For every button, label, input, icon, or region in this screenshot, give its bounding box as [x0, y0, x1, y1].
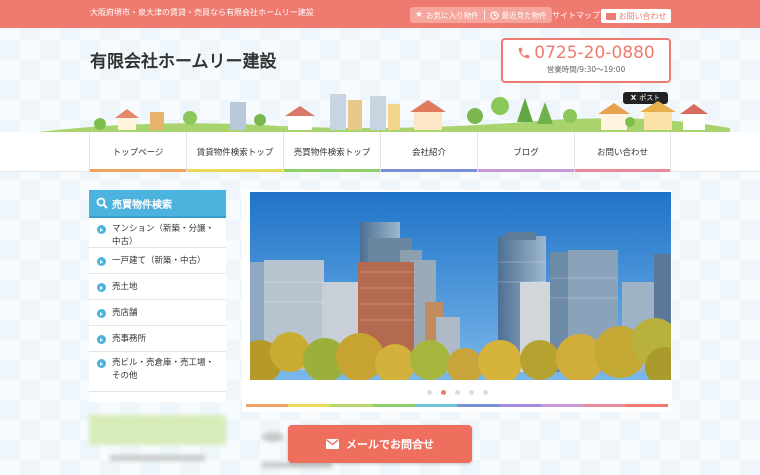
nav-color-bar: [381, 169, 477, 172]
main-slider: [242, 190, 672, 412]
sidebar-item-2[interactable]: 売土地: [89, 274, 226, 300]
slider-dot[interactable]: [468, 390, 474, 395]
nav-item-1[interactable]: 賃貸物件検索トップ: [186, 132, 283, 172]
sidebar-item-3[interactable]: 売店舗: [89, 300, 226, 326]
nav-item-5[interactable]: お問い合わせ: [574, 132, 671, 172]
phone-box[interactable]: 0725-20-0880 営業時間/9:30〜19:00: [501, 38, 671, 83]
sidebar-item-label: 売事務所: [112, 334, 147, 344]
nav-item-label: 会社紹介: [411, 148, 446, 158]
blurred-icon: [262, 432, 284, 442]
clock-icon: [489, 10, 499, 20]
site-tagline: 大阪府堺市・泉大津の賃貸・売買なら有限会社ホームリー建設: [90, 8, 314, 17]
arrow-circle-icon: [97, 359, 106, 368]
sidebar-item-0[interactable]: マンション（新築・分譲・中古）: [89, 218, 226, 248]
arrow-circle-icon: [97, 283, 106, 292]
business-hours: 営業時間/9:30〜19:00: [546, 65, 626, 74]
nav-item-3[interactable]: 会社紹介: [380, 132, 477, 172]
sidebar-item-1[interactable]: 一戸建て（新築・中古）: [89, 248, 226, 274]
global-nav: トップページ 賃貸物件検索トップ 売買物件検索トップ 会社紹介 ブログ お問い合わせ: [0, 132, 760, 172]
nav-item-label: 賃貸物件検索トップ: [196, 148, 274, 158]
arrow-circle-icon: [97, 257, 106, 266]
header-contact-button[interactable]: お問い合わせ: [601, 9, 671, 23]
slider-pagination: [242, 390, 672, 395]
slider-dot[interactable]: [482, 390, 488, 395]
mail-icon: [605, 12, 616, 20]
phone-number: 0725-20-0880: [534, 43, 655, 63]
nav-color-bar: [90, 169, 186, 172]
nav-item-2[interactable]: 売買物件検索トップ: [283, 132, 380, 172]
nav-color-bar: [478, 169, 574, 172]
phone-icon: [519, 47, 530, 59]
slider-dot[interactable]: [454, 390, 460, 395]
nav-item-0[interactable]: トップページ: [89, 132, 186, 172]
sitemap-link[interactable]: サイトマップ: [552, 10, 600, 21]
slide-image-city[interactable]: [250, 192, 671, 380]
top-bar: 大阪府堺市・泉大津の賃貸・売買なら有限会社ホームリー建設 ★ お気に入り物件 最…: [0, 0, 760, 28]
blurred-text: [110, 455, 205, 461]
sidebar-header: 売買物件検索: [89, 190, 226, 218]
envelope-icon: [326, 439, 339, 449]
favorites-link[interactable]: ★ お気に入り物件: [410, 10, 484, 21]
sidebar-blurred-banner: [89, 415, 226, 445]
mail-contact-button[interactable]: メールでお問合せ: [288, 425, 472, 463]
sidebar-item-5[interactable]: 売ビル・売倉庫・売工場・その他: [89, 352, 226, 392]
slider-dot[interactable]: [440, 390, 446, 395]
sidebar-item-4[interactable]: 売事務所: [89, 326, 226, 352]
nav-item-label: ブログ: [513, 148, 539, 158]
rainbow-segment: [457, 404, 500, 407]
site-title[interactable]: 有限会社ホームリー建設: [90, 47, 277, 72]
slider-dot[interactable]: [426, 390, 432, 395]
rainbow-divider: [246, 404, 669, 407]
nav-item-label: トップページ: [112, 148, 164, 158]
nav-color-bar: [575, 169, 670, 172]
sidebar-item-label: 一戸建て（新築・中古）: [112, 256, 206, 266]
arrow-circle-icon: [97, 309, 106, 318]
nav-color-bar: [284, 169, 380, 172]
arrow-circle-icon: [97, 335, 106, 344]
search-icon: [96, 197, 108, 209]
rainbow-segment: [499, 404, 542, 407]
nav-item-label: 売買物件検索トップ: [293, 148, 371, 158]
rainbow-segment: [330, 404, 373, 407]
rainbow-segment: [372, 404, 415, 407]
rainbow-segment: [625, 404, 669, 407]
nav-item-label: お問い合わせ: [596, 148, 648, 158]
star-icon: ★: [415, 10, 424, 20]
nav-item-4[interactable]: ブログ: [477, 132, 574, 172]
rainbow-segment: [541, 404, 584, 407]
nav-color-bar: [187, 169, 283, 172]
sidebar-item-label: マンション（新築・分譲・中古）: [112, 224, 215, 247]
arrow-circle-icon: [97, 225, 106, 234]
utility-links: ★ お気に入り物件 最近見た物件: [410, 7, 552, 23]
sale-search-sidebar: 売買物件検索 マンション（新築・分譲・中古） 一戸建て（新築・中古） 売土地売店舗売…: [89, 190, 226, 402]
rainbow-segment: [288, 404, 331, 407]
rainbow-segment: [246, 404, 289, 407]
sidebar-item-label: 売土地: [112, 282, 138, 292]
rainbow-segment: [414, 404, 458, 407]
rainbow-segment: [583, 404, 626, 407]
town-illustration: [30, 94, 730, 133]
sidebar-item-label: 売ビル・売倉庫・売工場・その他: [112, 358, 215, 381]
sidebar-item-label: 売店舗: [112, 308, 138, 318]
recent-link[interactable]: 最近見た物件: [485, 10, 552, 21]
